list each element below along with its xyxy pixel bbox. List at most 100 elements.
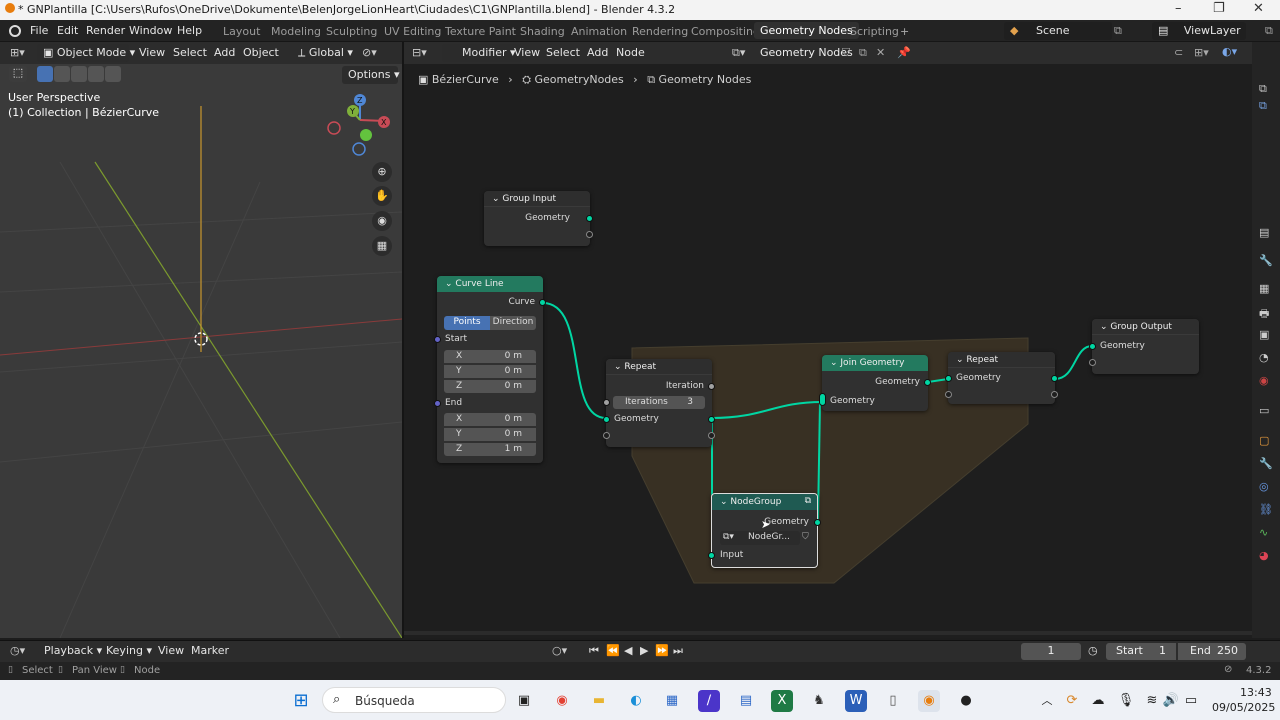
view-tab-icon[interactable]: ⧉: [1259, 99, 1267, 113]
node-group-input[interactable]: ⌄ Group Input Geometry: [484, 191, 593, 246]
node-header[interactable]: ⌄ Repeat: [948, 352, 1055, 368]
editor-type-icon[interactable]: ⊞▾: [10, 46, 25, 59]
menu-render[interactable]: Render: [86, 24, 125, 37]
output-socket-geometry[interactable]: [586, 215, 593, 222]
chevron-up-icon[interactable]: ︿: [1036, 690, 1058, 712]
node-header[interactable]: ⌄ Join Geometry: [822, 355, 928, 371]
view-layer-properties-icon[interactable]: ▣: [1259, 328, 1269, 341]
start-y-field[interactable]: Y0 m: [444, 365, 536, 378]
scene-properties-icon[interactable]: ◔: [1259, 351, 1269, 364]
edge-icon[interactable]: ◐: [625, 690, 647, 712]
horizontal-scrollbar[interactable]: [404, 631, 1252, 635]
collapse-icon[interactable]: ⌄: [445, 279, 455, 289]
input-socket-geometry[interactable]: [945, 375, 952, 382]
cloud-icon[interactable]: ☁: [1087, 690, 1109, 712]
tool-properties-icon[interactable]: 🔧: [1259, 254, 1273, 267]
tool-tab-icon[interactable]: ⧉: [1259, 82, 1267, 96]
app-icon[interactable]: ∕: [698, 690, 720, 712]
node-curve-line[interactable]: ⌄ Curve Line Curve Points Direction Star…: [434, 276, 546, 463]
collapse-icon[interactable]: ⌄: [1100, 322, 1110, 332]
world-properties-icon[interactable]: ◉: [1259, 374, 1269, 387]
iterations-field[interactable]: Iterations 3: [613, 396, 705, 409]
clock-date[interactable]: 09/05/2025: [1212, 701, 1275, 714]
tab-modeling[interactable]: Modeling: [271, 25, 321, 38]
taskbar-search[interactable]: ⌕ Búsqueda: [322, 687, 506, 713]
viewport-menu-select[interactable]: Select: [173, 46, 207, 59]
notepad-icon[interactable]: ▯: [882, 690, 904, 712]
task-view-icon[interactable]: ▣: [513, 690, 535, 712]
3d-viewport[interactable]: ⊞▾ ▣ Object Mode ▾ View Select Add Objec…: [0, 42, 402, 638]
end-frame-field[interactable]: End 250: [1178, 643, 1246, 660]
object-properties-icon[interactable]: ▢: [1259, 434, 1269, 447]
output-socket-geometry[interactable]: [814, 519, 821, 526]
play-reverse-icon[interactable]: ◀: [624, 644, 632, 657]
mode-direction-button[interactable]: Direction: [490, 316, 536, 330]
output-socket-geometry[interactable]: [924, 379, 931, 386]
close-icon[interactable]: ✕: [1253, 1, 1264, 16]
menu-file[interactable]: File: [30, 24, 48, 37]
node-header[interactable]: ⌄ Curve Line: [437, 276, 543, 292]
node-editor[interactable]: ⊟▾ Modifier ▾ View Select Add Node ⧉▾ Ge…: [404, 42, 1252, 638]
battery-icon[interactable]: ▭: [1180, 690, 1202, 712]
excel-icon[interactable]: X: [771, 690, 793, 712]
blender-menu-icon[interactable]: [9, 25, 21, 37]
menu-help[interactable]: Help: [177, 24, 202, 37]
output-properties-icon[interactable]: 🖶: [1259, 305, 1269, 324]
start-z-field[interactable]: Z0 m: [444, 380, 536, 393]
data-properties-icon[interactable]: ∿: [1259, 526, 1268, 539]
tab-texture-paint[interactable]: Texture Paint: [445, 25, 516, 38]
current-frame-field[interactable]: 1: [1021, 643, 1081, 660]
pivot-icon[interactable]: ⊘▾: [362, 46, 377, 59]
end-z-field[interactable]: Z1 m: [444, 443, 536, 456]
modifier-properties-icon[interactable]: 🔧: [1259, 457, 1273, 470]
collapse-icon[interactable]: ⌄: [830, 358, 840, 368]
end-x-field[interactable]: X0 m: [444, 413, 536, 426]
input-socket-empty[interactable]: [603, 432, 610, 439]
tab-layout[interactable]: Layout: [223, 25, 260, 38]
input-socket-iterations[interactable]: [603, 399, 610, 406]
node-group-output[interactable]: ⌄ Group Output Geometry: [1089, 319, 1199, 374]
fake-user-icon[interactable]: ⛉: [802, 532, 809, 542]
volume-icon[interactable]: 🔊: [1160, 690, 1182, 712]
output-socket-curve[interactable]: [539, 299, 546, 306]
orientation-selector[interactable]: ⟂ Global ▾: [292, 44, 356, 62]
timeline-view-menu[interactable]: View: [158, 644, 184, 657]
mode-points-button[interactable]: Points: [444, 316, 490, 330]
menu-window[interactable]: Window: [129, 24, 172, 37]
restore-icon[interactable]: ❐: [1213, 1, 1225, 16]
jump-to-keyframe-back-icon[interactable]: ⏪: [606, 644, 620, 657]
menu-edit[interactable]: Edit: [57, 24, 78, 37]
tab-shading[interactable]: Shading: [520, 25, 565, 38]
start-frame-field[interactable]: Start 1: [1106, 643, 1176, 660]
github-icon[interactable]: ●: [955, 690, 977, 712]
input-socket-start[interactable]: [434, 336, 441, 343]
viewport-menu-view[interactable]: View: [139, 46, 165, 59]
timeline-playback-menu[interactable]: Playback ▾: [44, 644, 102, 657]
select-invert-icon[interactable]: [88, 66, 104, 82]
node-header[interactable]: ⌄ Group Input: [484, 191, 590, 207]
jump-to-keyframe-forward-icon[interactable]: ⏩: [655, 644, 669, 657]
collapse-icon[interactable]: ⌄: [956, 355, 966, 365]
input-socket-multi[interactable]: [819, 393, 826, 406]
word-icon[interactable]: W: [845, 690, 867, 712]
node-tree-browse-icon[interactable]: ⧉▾: [723, 532, 734, 542]
chrome-icon[interactable]: ◉: [551, 690, 573, 712]
view-layer-selector[interactable]: ▤ ViewLayer: [1152, 22, 1246, 40]
select-intersect-icon[interactable]: [105, 66, 121, 82]
tab-animation[interactable]: Animation: [571, 25, 627, 38]
clock-time[interactable]: 13:43: [1240, 686, 1272, 699]
viewport-menu-add[interactable]: Add: [214, 46, 235, 59]
tab-rendering[interactable]: Rendering: [632, 25, 688, 38]
microphone-icon[interactable]: 🎙: [1115, 690, 1137, 712]
output-socket-empty[interactable]: [708, 432, 715, 439]
input-socket-empty[interactable]: [1089, 359, 1096, 366]
node-header[interactable]: ⌄ NodeGroup ⧉: [712, 494, 817, 510]
tool-select-icon[interactable]: ⬚: [9, 66, 27, 82]
perspective-grid-icon[interactable]: ▦: [372, 236, 392, 256]
play-icon[interactable]: ▶: [640, 644, 648, 657]
output-socket-empty[interactable]: [1051, 391, 1058, 398]
file-explorer-icon[interactable]: ▬: [588, 690, 610, 712]
input-socket-geometry[interactable]: [603, 416, 610, 423]
calculator-icon[interactable]: ▤: [735, 690, 757, 712]
editor-type-icon[interactable]: ◷▾: [10, 644, 25, 657]
